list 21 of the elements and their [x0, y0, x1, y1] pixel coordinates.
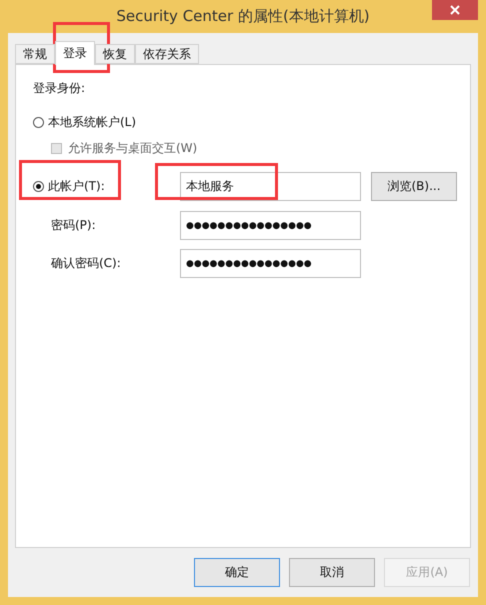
dialog-button[interactable]: 确定: [194, 558, 280, 587]
password-field[interactable]: ●●●●●●●●●●●●●●●●: [180, 249, 361, 278]
window-title: Security Center 的属性(本地计算机): [116, 7, 370, 26]
field-label: 密码(P):: [50, 217, 97, 234]
section-label: 登录身份:: [33, 80, 86, 97]
radio-label: 本地系统帐户(L): [48, 114, 136, 131]
radio-label: 此帐户(T):: [48, 178, 105, 195]
tab[interactable]: 常规: [15, 44, 55, 64]
tab[interactable]: 依存关系: [135, 44, 199, 64]
close-button[interactable]: [432, 0, 478, 20]
dialog-button[interactable]: 取消: [289, 558, 375, 587]
radio-button[interactable]: [33, 181, 44, 192]
checkbox-label: 允许服务与桌面交互(W): [68, 140, 198, 157]
browse-button[interactable]: 浏览(B)...: [371, 172, 457, 201]
radio-button[interactable]: [33, 117, 44, 128]
tab[interactable]: 恢复: [95, 44, 135, 64]
close-icon: [450, 5, 460, 15]
account-field[interactable]: 本地服务: [180, 172, 361, 201]
password-field[interactable]: ●●●●●●●●●●●●●●●●: [180, 211, 361, 240]
field-label: 确认密码(C):: [50, 255, 122, 272]
tab[interactable]: 登录: [55, 41, 95, 65]
